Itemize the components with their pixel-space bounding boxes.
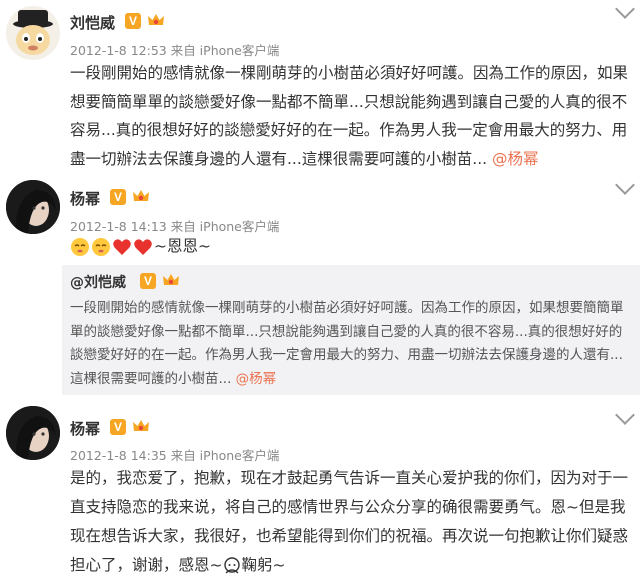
chevron-down-icon[interactable] <box>615 175 635 195</box>
author-name[interactable]: 刘恺威 <box>70 12 115 33</box>
repost-text: 一段剛開始的感情就像一棵剛萌芽的小樹苗必須好好呵護。因為工作的原因，如果想要簡簡… <box>70 297 632 391</box>
crown-member-icon <box>133 420 149 431</box>
verified-v-icon: V <box>125 13 141 29</box>
sleepy-face-icon <box>71 237 89 256</box>
verified-v-icon: V <box>110 189 126 205</box>
post-meta: 2012-1-8 14:35 来自 iPhone客户端 <box>70 448 280 463</box>
crown-member-icon <box>133 190 149 201</box>
avatar-photo-icon <box>6 180 60 234</box>
heart-icon <box>113 238 131 255</box>
avatar-cartoon-icon <box>6 6 60 60</box>
post-text-content: 是的，我恋爱了，抱歉，现在才鼓起勇气告诉一直关心爱护我的你们，因为对于一直支持隐… <box>70 469 629 574</box>
post-text: 一段剛開始的感情就像一棵剛萌芽的小樹苗必須好好呵護。因為工作的原因，如果想要簡簡… <box>70 59 630 173</box>
weibo-post-3: 杨幂 V 2012-1-8 14:35 来自 iPhone客户端 是的，我恋爱了… <box>0 400 640 574</box>
post-text-content: 一段剛開始的感情就像一棵剛萌芽的小樹苗必須好好呵護。因為工作的原因，如果想要簡簡… <box>70 64 629 168</box>
crown-member-icon <box>148 14 164 25</box>
chevron-down-icon[interactable] <box>615 0 635 19</box>
repost-author-name[interactable]: @刘恺威 <box>70 275 126 291</box>
repost-box[interactable]: @刘恺威 V 一段剛開始的感情就像一棵剛萌芽的小樹苗必須好好呵護。因為工作的原因… <box>62 265 640 395</box>
avatar[interactable] <box>6 406 60 460</box>
post-text-content: ~恩恩~ <box>154 237 211 255</box>
sleepy-face-icon <box>92 237 110 256</box>
repost-text-content: 一段剛開始的感情就像一棵剛萌芽的小樹苗必須好好呵護。因為工作的原因，如果想要簡簡… <box>70 300 624 387</box>
post-text: 是的，我恋爱了，抱歉，现在才鼓起勇气告诉一直关心爱护我的你们，因为对于一直支持隐… <box>70 464 630 580</box>
avatar[interactable] <box>6 6 60 60</box>
post-text-tail: 鞠躬~ <box>241 556 286 574</box>
verified-v-icon: V <box>110 419 126 435</box>
verified-v-icon: V <box>140 273 156 289</box>
mention-link[interactable]: @杨幂 <box>236 371 277 387</box>
weibo-post-1: 刘恺威 V 2012-1-8 12:53 来自 iPhone客户端 一段剛開始的… <box>0 0 640 180</box>
author-name[interactable]: 杨幂 <box>70 188 100 209</box>
post-text: ~恩恩~ <box>70 232 630 261</box>
repost-author[interactable]: @刘恺威 <box>70 272 126 292</box>
mention-link[interactable]: @杨幂 <box>492 150 539 168</box>
crown-member-icon <box>163 274 179 285</box>
avatar-photo-icon <box>6 406 60 460</box>
author-name[interactable]: 杨幂 <box>70 418 100 439</box>
chevron-down-icon[interactable] <box>615 405 635 425</box>
post-meta: 2012-1-8 12:53 来自 iPhone客户端 <box>70 43 280 58</box>
avatar[interactable] <box>6 180 60 234</box>
heart-icon <box>134 238 152 255</box>
